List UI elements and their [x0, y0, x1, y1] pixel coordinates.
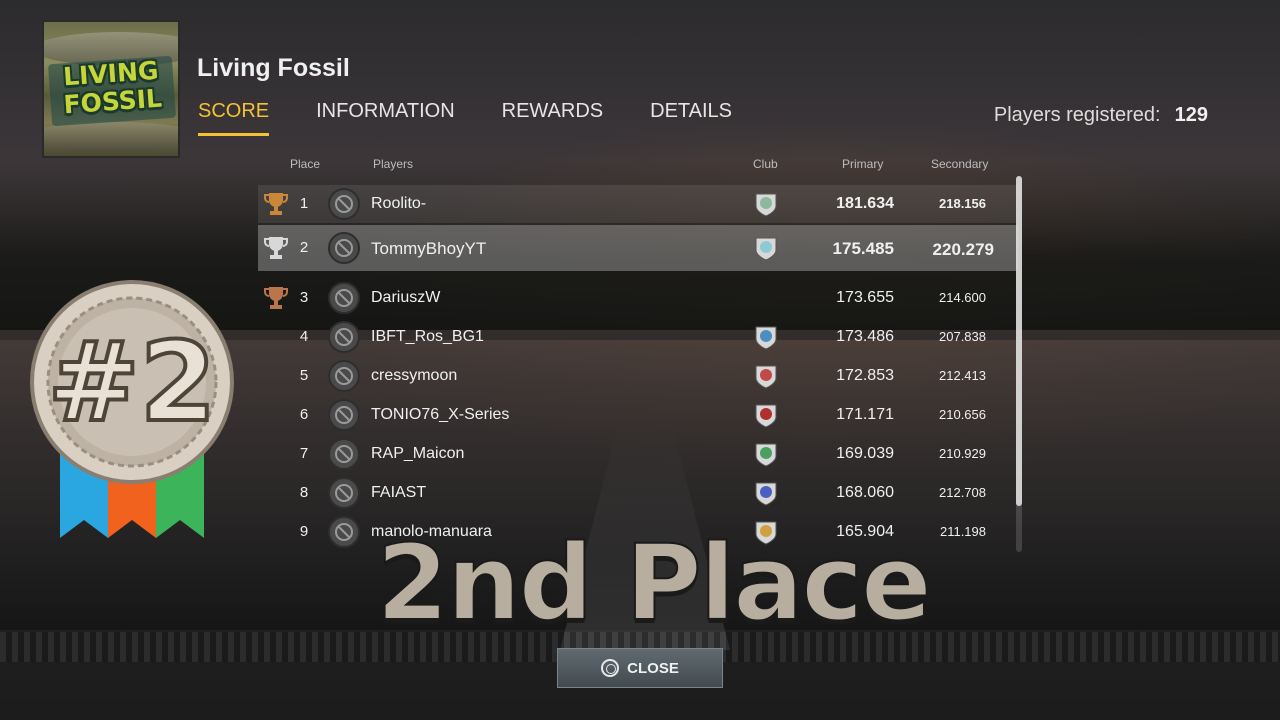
club-badge-icon[interactable] [752, 479, 780, 507]
trophy-icon [264, 193, 288, 215]
row-player-name[interactable]: Roolito- [371, 195, 426, 213]
event-title: Living Fossil [197, 54, 350, 82]
row-primary-score: 168.060 [836, 484, 894, 501]
no-avatar-icon [328, 321, 360, 353]
table-row[interactable]: 5 cressymoon 172.853 212.413 [258, 357, 1018, 395]
event-thumbnail: LIVING FOSSIL [42, 20, 180, 158]
players-registered-count: 129 [1174, 104, 1208, 126]
medal-icon: #2 [30, 280, 234, 538]
row-primary-score: 169.039 [836, 445, 894, 462]
no-avatar-icon [328, 399, 360, 431]
column-header-club: Club [753, 157, 778, 171]
row-secondary-score: 212.413 [939, 368, 986, 383]
row-place: 6 [299, 406, 309, 423]
row-secondary-score: 220.279 [932, 240, 994, 259]
players-registered: Players registered: 129 [994, 104, 1208, 127]
event-logo: LIVING FOSSIL [47, 55, 177, 127]
circle-button-icon [601, 659, 620, 677]
row-primary-score: 173.655 [836, 289, 894, 306]
leaderboard-scrollbar[interactable] [1016, 176, 1022, 552]
table-row[interactable]: 2 TommyBhoyYT 175.485 220.279 [258, 225, 1018, 271]
table-row[interactable]: 7 RAP_Maicon 169.039 210.929 [258, 435, 1018, 473]
row-primary-score: 181.634 [836, 195, 894, 212]
fish-image [44, 122, 178, 152]
row-primary-score: 173.486 [836, 328, 894, 345]
table-row[interactable]: 4 IBFT_Ros_BG1 173.486 207.838 [258, 318, 1018, 356]
column-header-secondary: Secondary [931, 157, 989, 171]
tab-information[interactable]: INFORMATION [316, 100, 455, 136]
row-primary-score: 172.853 [836, 367, 894, 384]
row-secondary-score: 212.708 [939, 485, 986, 500]
row-place: 5 [299, 367, 309, 384]
tab-bar: SCORE INFORMATION REWARDS DETAILS [198, 100, 779, 136]
club-badge-icon[interactable] [752, 362, 780, 390]
row-place: 2 [299, 239, 309, 256]
column-header-players: Players [373, 157, 414, 171]
row-place: 8 [299, 484, 309, 501]
column-header-place: Place [290, 157, 321, 171]
no-avatar-icon [328, 438, 360, 470]
column-header-primary: Primary [842, 157, 884, 171]
no-avatar-icon [328, 360, 360, 392]
club-badge-icon[interactable] [752, 234, 780, 262]
row-secondary-score: 210.929 [939, 446, 986, 461]
overlay-title: 2nd Place [375, 521, 932, 645]
row-player-name[interactable]: FAIAST [371, 484, 426, 502]
row-primary-score: 171.171 [836, 406, 894, 423]
no-avatar-icon [328, 477, 360, 509]
tab-details[interactable]: DETAILS [650, 100, 732, 136]
row-place: 7 [299, 445, 309, 462]
trophy-icon [264, 237, 288, 259]
club-badge-icon[interactable] [752, 323, 780, 351]
table-row[interactable]: 6 TONIO76_X-Series 171.171 210.656 [258, 396, 1018, 434]
row-player-name[interactable]: TONIO76_X-Series [371, 406, 509, 424]
close-button[interactable]: CLOSE [557, 648, 723, 688]
row-player-name[interactable]: cressymoon [371, 367, 457, 385]
row-place: 3 [299, 289, 309, 306]
table-row[interactable]: 8 FAIAST 168.060 212.708 [258, 474, 1018, 512]
club-badge-icon[interactable] [752, 440, 780, 468]
row-primary-score: 175.485 [832, 239, 894, 258]
row-place: 1 [299, 195, 309, 212]
row-player-name[interactable]: IBFT_Ros_BG1 [371, 328, 484, 346]
row-place: 4 [299, 328, 309, 345]
players-registered-label: Players registered: [993, 104, 1161, 126]
medal-rank-text: #2 [48, 318, 217, 446]
row-secondary-score: 218.156 [939, 196, 986, 211]
row-player-name[interactable]: RAP_Maicon [371, 445, 464, 463]
row-place: 9 [299, 523, 309, 540]
no-avatar-icon [328, 282, 360, 314]
tab-rewards[interactable]: REWARDS [502, 100, 603, 136]
tab-score[interactable]: SCORE [198, 100, 270, 136]
club-badge-icon[interactable] [752, 401, 780, 429]
row-player-name[interactable]: TommyBhoyYT [371, 239, 486, 259]
row-player-name[interactable]: DariuszW [371, 289, 440, 307]
table-row[interactable]: 3 DariuszW 173.655 214.600 [258, 279, 1018, 317]
club-badge-icon[interactable] [752, 190, 780, 218]
row-secondary-score: 207.838 [939, 329, 986, 344]
trophy-icon [264, 287, 288, 309]
close-button-label: CLOSE [627, 659, 679, 677]
table-row[interactable]: 1 Roolito- 181.634 218.156 [258, 185, 1018, 223]
no-avatar-icon [328, 188, 360, 220]
no-avatar-icon [328, 232, 360, 264]
row-secondary-score: 214.600 [939, 290, 986, 305]
scrollbar-thumb[interactable] [1016, 176, 1022, 506]
row-secondary-score: 210.656 [939, 407, 986, 422]
